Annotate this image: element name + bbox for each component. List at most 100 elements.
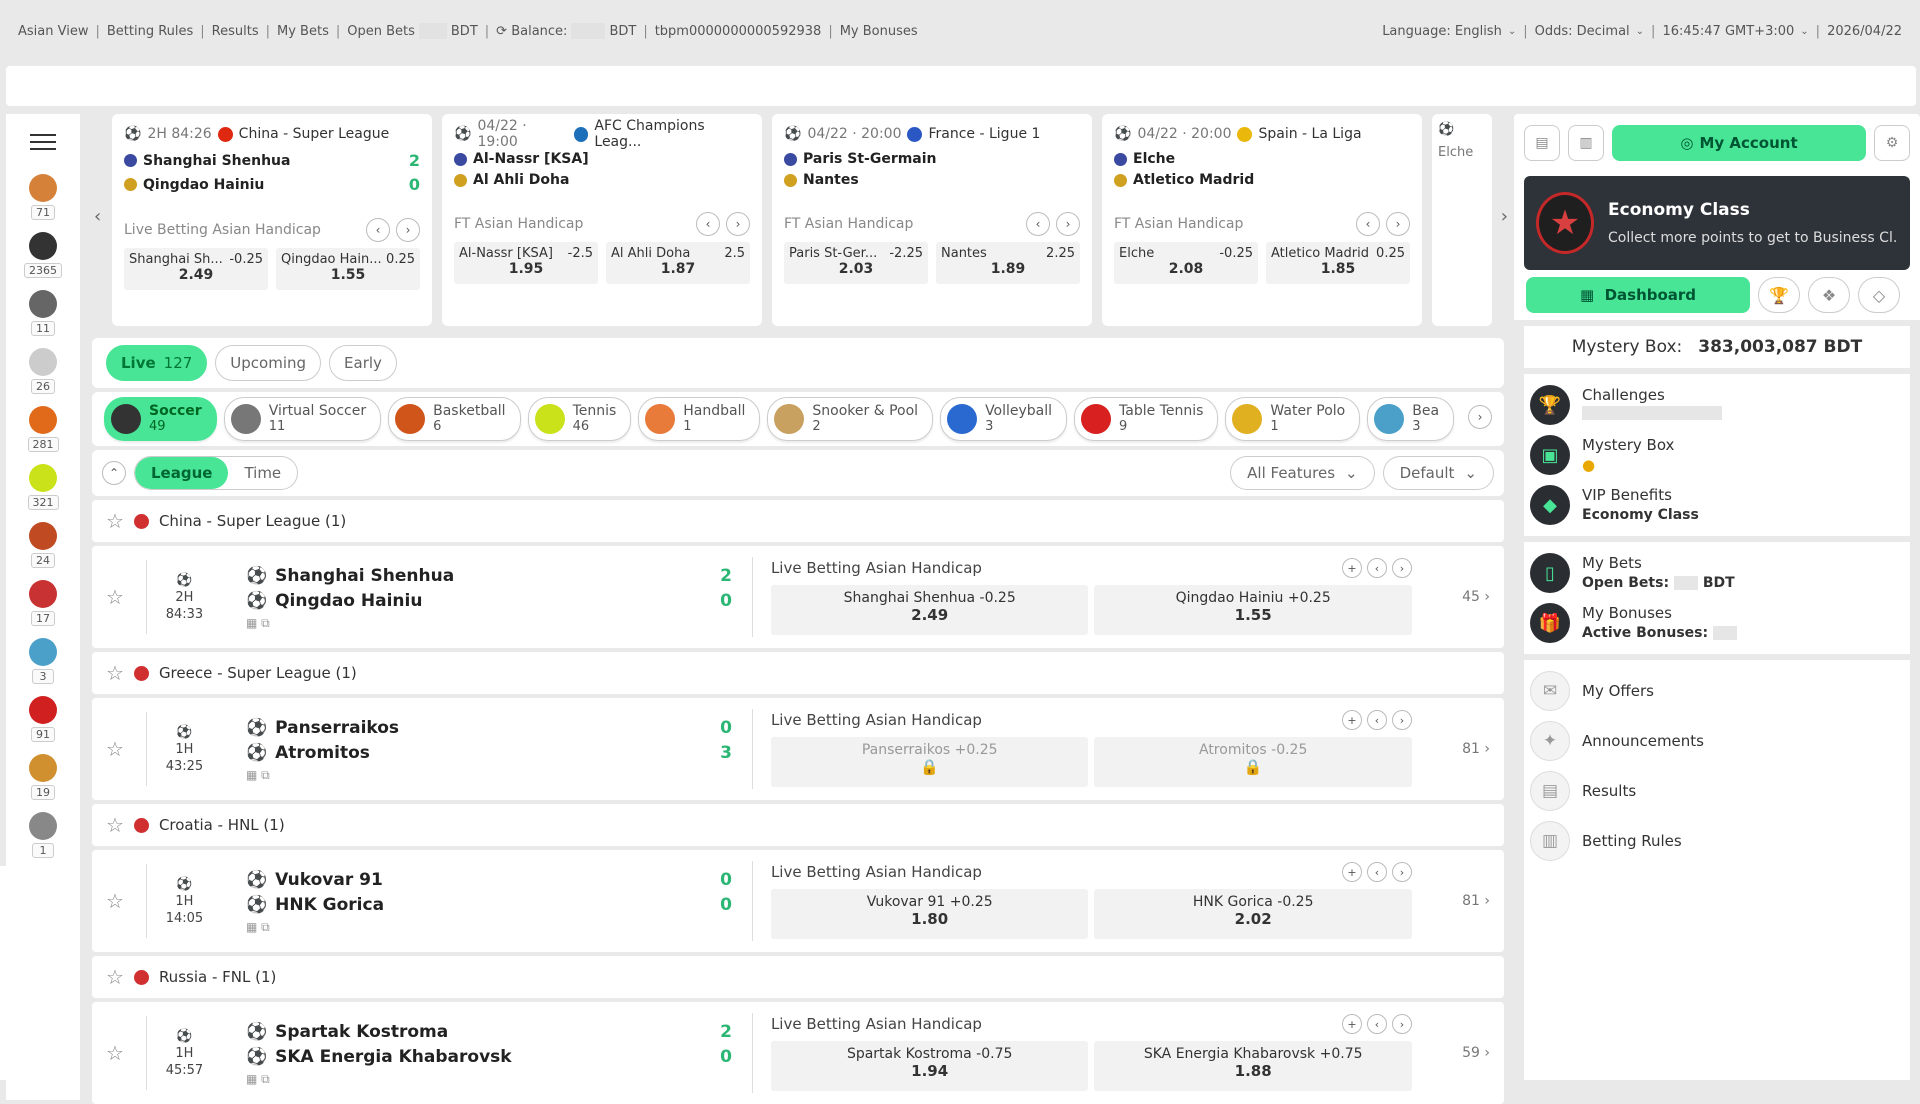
- featured-match-card[interactable]: ⚽ 04/22 · 20:00 France - Ligue 1 Paris St-…: [772, 114, 1092, 326]
- odds-button[interactable]: Qingdao Hain... 0.25 1.55: [276, 248, 420, 290]
- sidebar-sport[interactable]: 17: [6, 580, 80, 638]
- stats-icon[interactable]: ▦ ⧉: [246, 768, 732, 783]
- dashboard-button[interactable]: ▦ Dashboard: [1526, 277, 1750, 313]
- announcements-item[interactable]: ✦ Announcements: [1530, 716, 1904, 766]
- challenges-item[interactable]: 🏆 Challenges: [1530, 380, 1904, 430]
- event-row[interactable]: ☆ ⚽ 1H 14:05 ⚽ Vukovar 91 0 ⚽ HNK Gorica 0 ▦ ⧉…: [92, 850, 1504, 952]
- sports-next-icon[interactable]: ›: [1468, 405, 1492, 429]
- featured-match-card[interactable]: ⚽ 04/22 · 20:00 Spain - La Liga Elche Atle…: [1102, 114, 1422, 326]
- more-markets-link[interactable]: 81 ›: [1462, 741, 1490, 757]
- sidebar-sport[interactable]: 321: [6, 464, 80, 522]
- carousel-card-partial[interactable]: ⚽ Elche: [1432, 114, 1492, 326]
- chevron-right-icon[interactable]: ›: [1391, 862, 1412, 882]
- language-select[interactable]: English: [1455, 24, 1502, 39]
- star-icon[interactable]: ☆: [106, 737, 124, 761]
- odds-button[interactable]: Al Ahli Doha 2.5 1.87: [606, 242, 750, 284]
- sport-filter-pill[interactable]: Basketball 6: [388, 397, 521, 441]
- plus-icon[interactable]: +: [1341, 710, 1362, 730]
- refresh-icon[interactable]: ⟳: [496, 24, 507, 39]
- featured-match-card[interactable]: ⚽ 2H 84:26 China - Super League Shanghai S…: [112, 114, 432, 326]
- odds-select[interactable]: Decimal: [1577, 24, 1630, 39]
- my-bets-item[interactable]: ▯ My Bets Open Bets: BDT: [1530, 548, 1904, 598]
- odds-button[interactable]: Paris St-Ger... -2.25 2.03: [784, 242, 928, 284]
- sport-filter-pill[interactable]: Table Tennis 9: [1074, 397, 1219, 441]
- group-time-button[interactable]: Time: [228, 457, 297, 489]
- receipt-icon[interactable]: ▤: [1524, 125, 1560, 161]
- more-markets-link[interactable]: 81 ›: [1462, 893, 1490, 909]
- mystery-box-item[interactable]: ▣ Mystery Box ●: [1530, 430, 1904, 480]
- odds-button[interactable]: Shanghai Shenhua -0.25 2.49: [770, 585, 1089, 635]
- gift-icon[interactable]: ❖: [1808, 277, 1850, 313]
- chevron-left-icon[interactable]: ‹: [1366, 710, 1387, 730]
- odds-button[interactable]: Al-Nassr [KSA] -2.5 1.95: [454, 242, 598, 284]
- sidebar-sport[interactable]: 3: [6, 638, 80, 696]
- star-icon[interactable]: ☆: [106, 813, 124, 837]
- star-icon[interactable]: ☆: [106, 1041, 124, 1065]
- odds-button[interactable]: Vukovar 91 +0.25 1.80: [770, 889, 1089, 939]
- search-bar[interactable]: [6, 66, 1916, 106]
- tab-upcoming[interactable]: Upcoming: [215, 345, 322, 381]
- odds-button[interactable]: Spartak Kostroma -0.75 1.94: [770, 1041, 1089, 1091]
- chevron-right-icon[interactable]: ›: [1056, 212, 1080, 236]
- chevron-right-icon[interactable]: ›: [1391, 710, 1412, 730]
- carousel-next-icon[interactable]: ›: [1501, 206, 1508, 227]
- odds-button[interactable]: Elche -0.25 2.08: [1114, 242, 1258, 284]
- chevron-left-icon[interactable]: ‹: [1356, 212, 1380, 236]
- my-account-button[interactable]: ◎ My Account: [1612, 125, 1866, 161]
- event-row[interactable]: ☆ ⚽ 1H 45:57 ⚽ Spartak Kostroma 2 ⚽ SKA Energ…: [92, 1002, 1504, 1104]
- sidebar-sport[interactable]: 2365: [6, 232, 80, 290]
- sidebar-sport[interactable]: 11: [6, 290, 80, 348]
- vip-benefits-item[interactable]: ◆ VIP Benefits Economy Class: [1530, 480, 1904, 530]
- stats-icon[interactable]: ▦ ⧉: [246, 616, 732, 631]
- chevron-right-icon[interactable]: ›: [726, 212, 750, 236]
- sidebar-sport[interactable]: 19: [6, 754, 80, 812]
- odds-button[interactable]: Shanghai Sh... -0.25 2.49: [124, 248, 268, 290]
- star-icon[interactable]: ☆: [106, 965, 124, 989]
- sport-filter-pill[interactable]: Virtual Soccer 11: [223, 397, 382, 441]
- sidebar-sport[interactable]: 1: [6, 812, 80, 870]
- sport-filter-pill[interactable]: Snooker & Pool 2: [767, 397, 934, 441]
- sport-filter-pill[interactable]: Handball 1: [638, 397, 761, 441]
- collapse-all-icon[interactable]: ⌃: [102, 461, 126, 485]
- my-offers-item[interactable]: ✉ My Offers: [1530, 666, 1904, 716]
- group-league-button[interactable]: League: [135, 457, 229, 489]
- league-header[interactable]: ☆ Russia - FNL (1): [92, 956, 1504, 998]
- results-link[interactable]: Results: [212, 24, 259, 39]
- my-bonuses-link[interactable]: My Bonuses: [840, 24, 918, 39]
- featured-match-card[interactable]: ⚽ 04/22 · 19:00 AFC Champions Leag... Al-N…: [442, 114, 762, 326]
- odds-button[interactable]: HNK Gorica -0.25 2.02: [1094, 889, 1412, 939]
- star-icon[interactable]: ☆: [106, 889, 124, 913]
- stats-icon[interactable]: ▦ ⧉: [246, 1072, 732, 1087]
- star-icon[interactable]: ☆: [106, 585, 124, 609]
- odds-button[interactable]: Atromitos -0.25 🔒: [1094, 737, 1412, 787]
- sport-filter-pill[interactable]: Soccer 49: [104, 397, 217, 441]
- stats-icon[interactable]: ▦ ⧉: [246, 920, 732, 935]
- asian-view-link[interactable]: Asian View: [18, 24, 88, 39]
- sidebar-sport[interactable]: 26: [6, 348, 80, 406]
- sport-filter-pill[interactable]: Bea 3: [1367, 397, 1455, 441]
- odds-button[interactable]: SKA Energia Khabarovsk +0.75 1.88: [1094, 1041, 1412, 1091]
- chevron-left-icon[interactable]: ‹: [1366, 862, 1387, 882]
- betting-rules-link[interactable]: Betting Rules: [107, 24, 193, 39]
- plus-icon[interactable]: +: [1341, 862, 1362, 882]
- sort-dropdown[interactable]: Default ⌄: [1382, 456, 1494, 490]
- league-header[interactable]: ☆ Croatia - HNL (1): [92, 804, 1504, 846]
- more-markets-link[interactable]: 59 ›: [1462, 1045, 1490, 1061]
- event-row[interactable]: ☆ ⚽ 2H 84:33 ⚽ Shanghai Shenhua 2 ⚽ Qingdao H…: [92, 546, 1504, 648]
- plus-icon[interactable]: +: [1341, 558, 1362, 578]
- chevron-left-icon[interactable]: ‹: [1366, 1014, 1387, 1034]
- league-header[interactable]: ☆ Greece - Super League (1): [92, 652, 1504, 694]
- chevron-left-icon[interactable]: ‹: [1026, 212, 1050, 236]
- chevron-left-icon[interactable]: ‹: [366, 218, 390, 242]
- my-bonuses-item[interactable]: 🎁 My Bonuses Active Bonuses:: [1530, 598, 1904, 648]
- features-dropdown[interactable]: All Features ⌄: [1230, 456, 1375, 490]
- odds-button[interactable]: Nantes 2.25 1.89: [936, 242, 1080, 284]
- more-markets-link[interactable]: 45 ›: [1462, 589, 1490, 605]
- tab-live[interactable]: Live 127: [106, 345, 208, 381]
- odds-button[interactable]: Panserraikos +0.25 🔒: [770, 737, 1089, 787]
- my-bets-link[interactable]: My Bets: [277, 24, 329, 39]
- league-header[interactable]: ☆ China - Super League (1): [92, 500, 1504, 542]
- diamond-icon[interactable]: ◇: [1858, 277, 1900, 313]
- chevron-right-icon[interactable]: ›: [1386, 212, 1410, 236]
- hamburger-menu-icon[interactable]: [6, 114, 80, 174]
